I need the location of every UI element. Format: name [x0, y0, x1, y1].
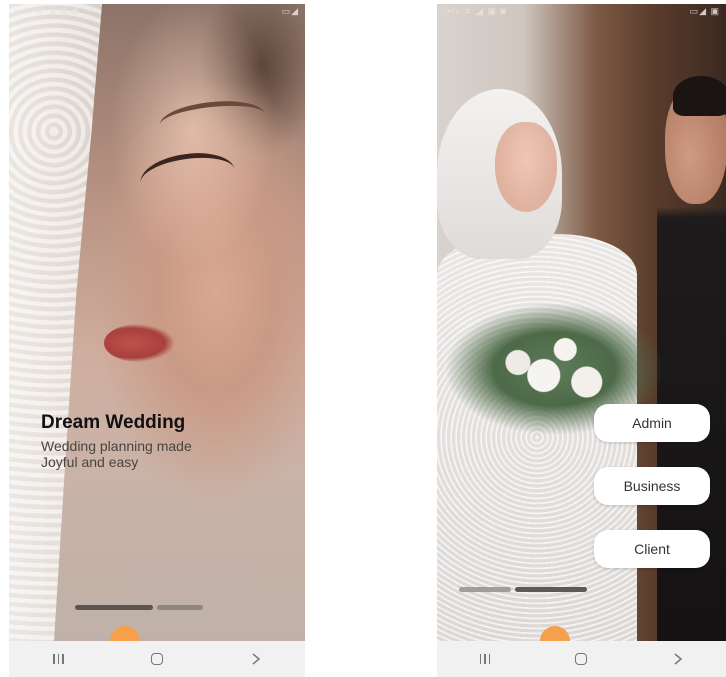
back-button[interactable]	[238, 644, 274, 674]
page-indicator-2[interactable]	[157, 605, 203, 610]
groom-hair-graphic	[673, 76, 726, 116]
business-button[interactable]: Business	[594, 467, 710, 505]
background-photo-couple: ▫▪▫ᵢₗ ≋ ◢ ▣ ◙ ▭◢ ▣ Admin Business Client	[437, 4, 726, 641]
admin-button[interactable]: Admin	[594, 404, 710, 442]
lips-graphic	[104, 324, 174, 362]
home-button[interactable]	[139, 644, 175, 674]
page-indicator-1[interactable]	[459, 587, 511, 592]
home-icon	[575, 653, 588, 665]
status-icons-right: ▭◢	[281, 6, 299, 16]
status-icons-right: ▭◢ ▣	[689, 6, 720, 16]
chevron-right-icon	[674, 653, 682, 665]
bride-face-graphic	[495, 122, 557, 212]
system-nav-bar	[9, 641, 305, 677]
system-nav-bar	[437, 641, 726, 677]
status-bar: ▫▪▫ᵢₗ ≋ ◢ ▣ ◙ ▭◢	[9, 4, 305, 22]
veil-graphic	[9, 4, 102, 641]
recent-apps-icon	[53, 654, 64, 664]
eyebrow-graphic	[158, 96, 265, 129]
status-bar: ▫▪▫ᵢₗ ≋ ◢ ▣ ◙ ▭◢ ▣	[437, 4, 726, 22]
recent-apps-icon	[479, 654, 491, 664]
home-button[interactable]	[563, 644, 599, 674]
status-icons-left: ▫▪▫ᵢₗ ≋ ◢ ▣ ◙	[15, 6, 79, 16]
eye-graphic	[137, 147, 236, 188]
home-icon	[150, 653, 163, 665]
page-indicator-2[interactable]	[515, 587, 587, 592]
recent-apps-button[interactable]	[40, 644, 76, 674]
app-tagline: Wedding planning made Joyful and easy	[41, 438, 192, 470]
client-button[interactable]: Client	[594, 530, 710, 568]
page-indicator-1[interactable]	[75, 605, 153, 610]
back-button[interactable]	[660, 644, 696, 674]
recent-apps-button[interactable]	[467, 644, 503, 674]
background-photo-bride: ▫▪▫ᵢₗ ≋ ◢ ▣ ◙ ▭◢ Dream Wedding Wedding p…	[9, 4, 305, 641]
chevron-right-icon	[252, 653, 260, 665]
onboarding-screen-left: ▫▪▫ᵢₗ ≋ ◢ ▣ ◙ ▭◢ Dream Wedding Wedding p…	[9, 4, 305, 677]
app-title: Dream Wedding	[41, 412, 186, 433]
status-icons-left: ▫▪▫ᵢₗ ≋ ◢ ▣ ◙	[443, 6, 507, 16]
role-select-screen-right: ▫▪▫ᵢₗ ≋ ◢ ▣ ◙ ▭◢ ▣ Admin Business Client	[437, 4, 726, 677]
